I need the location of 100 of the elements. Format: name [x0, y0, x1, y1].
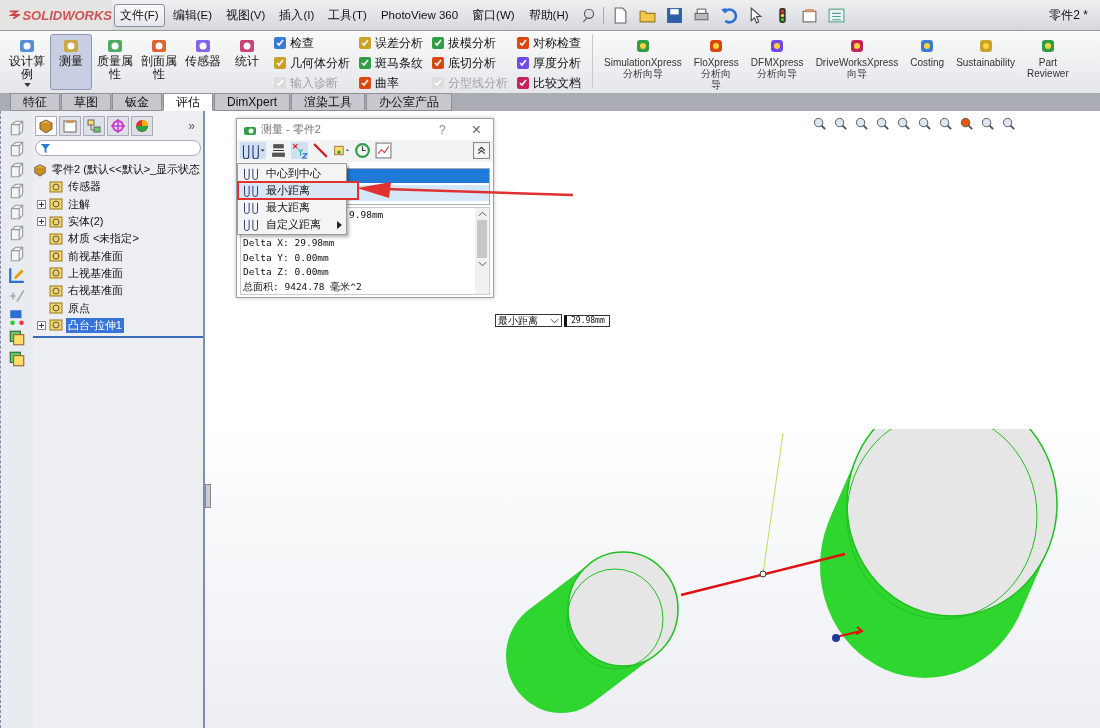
distance-mode-icon[interactable]: [240, 142, 266, 160]
tree-item[interactable]: 上视基准面: [66, 265, 125, 281]
expand-icon[interactable]: [37, 199, 46, 209]
ribbon-tool[interactable]: 检查: [272, 34, 351, 52]
caret-icon: [23, 83, 31, 87]
ribbon-tool[interactable]: SimulationXpress 分析向导: [599, 34, 687, 82]
ribbon-tool[interactable]: Sustainability: [951, 34, 1021, 71]
options-icon[interactable]: [827, 6, 845, 24]
menu-item[interactable]: 最小距离: [238, 182, 358, 199]
menu-item[interactable]: 最大距离: [238, 199, 346, 216]
menu-item[interactable]: PhotoView 360: [374, 5, 465, 25]
property-manager-tab-icon[interactable]: [59, 116, 81, 136]
line-icon[interactable]: [312, 142, 329, 160]
ribbon-tool[interactable]: DriveWorksXpress 向导: [810, 34, 904, 82]
ribbon-tool[interactable]: 设计算例: [6, 34, 48, 90]
ribbon-tool[interactable]: 统计: [226, 34, 268, 90]
undo-icon[interactable]: [719, 6, 737, 24]
tree-item[interactable]: 凸台-拉伸1: [66, 317, 124, 333]
command-tab[interactable]: 钣金: [112, 93, 162, 111]
command-tab[interactable]: 渲染工具: [291, 93, 365, 111]
command-tab[interactable]: 特征: [10, 93, 60, 111]
check-icon: [273, 56, 287, 70]
distance-icon: [242, 201, 260, 214]
ribbon-tool[interactable]: 质量属性: [94, 34, 136, 90]
feature-manager-tab-icon[interactable]: [35, 116, 57, 136]
measure-type-dropdown[interactable]: 最小距离: [495, 314, 562, 327]
configuration-tab-icon[interactable]: [83, 116, 105, 136]
ribbon-tool[interactable]: 拔模分析: [430, 34, 509, 52]
sketch-pencil-icon[interactable]: [8, 266, 26, 284]
collapse-icon[interactable]: [473, 142, 490, 160]
ribbon-tool[interactable]: 比较文档: [515, 74, 582, 92]
tool-icon: [150, 37, 168, 55]
layers-icon[interactable]: [8, 329, 26, 347]
scrollbar[interactable]: [475, 207, 489, 294]
tree-item[interactable]: 右视基准面: [66, 283, 125, 299]
feature-icon: [49, 301, 63, 315]
filter-field[interactable]: [35, 140, 201, 156]
menu-item[interactable]: 工具(T): [322, 3, 373, 27]
feature-icon: [49, 214, 63, 229]
check-icon: [431, 76, 445, 90]
xyz-axes-icon[interactable]: [291, 142, 308, 160]
menu-item[interactable]: 窗口(W): [466, 3, 521, 27]
close-button[interactable]: ×: [471, 120, 481, 139]
tree-item[interactable]: 实体(2): [66, 214, 106, 230]
ribbon-tool[interactable]: Costing: [905, 34, 950, 71]
distance-icon: [242, 167, 260, 180]
tool-icon: [238, 37, 256, 55]
menu-item[interactable]: 视图(V): [220, 3, 272, 27]
ribbon-tool[interactable]: 底切分析: [430, 54, 509, 72]
help-button[interactable]: ?: [438, 122, 446, 137]
ribbon-tool[interactable]: 误差分析: [357, 34, 424, 52]
save-icon[interactable]: [665, 6, 683, 24]
command-tab[interactable]: 办公室产品: [366, 93, 452, 111]
tool-icon: [18, 37, 36, 55]
chart-icon[interactable]: [375, 142, 392, 160]
ribbon-tool[interactable]: 曲率: [357, 74, 424, 92]
menu-item[interactable]: 文件(F): [114, 3, 165, 27]
expand-icon[interactable]: [37, 320, 46, 330]
scroll-up-icon[interactable]: [477, 210, 487, 217]
expand-icon[interactable]: [37, 217, 46, 227]
menu-item[interactable]: 中心到中心: [238, 165, 346, 182]
magnifier-icon[interactable]: [812, 116, 827, 131]
magnifier-icon[interactable]: [833, 116, 848, 131]
command-tab[interactable]: 评估: [163, 93, 213, 111]
ribbon-tool[interactable]: 测量: [50, 34, 92, 90]
tool-icon: [194, 37, 212, 55]
feature-icon: [49, 231, 63, 246]
caret-icon: [550, 317, 559, 324]
crosshair-icon[interactable]: [107, 116, 129, 136]
result-line: Delta Z: 0.00mm: [243, 265, 329, 279]
tree-item[interactable]: 注解: [66, 196, 92, 212]
layers-icon[interactable]: [8, 350, 26, 368]
expand-panel-button[interactable]: »: [188, 119, 195, 133]
menu-item[interactable]: 编辑(E): [166, 3, 219, 27]
scroll-down-icon[interactable]: [477, 260, 487, 267]
tree-root-item[interactable]: 零件2 (默认<<默认>_显示状态: [50, 162, 203, 178]
ribbon-tool[interactable]: FloXpress 分析向 导: [688, 34, 744, 93]
units-icon[interactable]: [270, 142, 287, 160]
ribbon-tool[interactable]: 斑马条纹: [357, 54, 424, 72]
check-icon: [431, 56, 445, 70]
ribbon-tool[interactable]: 剖面属性: [138, 34, 180, 90]
ribbon-tool[interactable]: 传感器: [182, 34, 224, 90]
command-tab[interactable]: DimXpert: [214, 93, 290, 111]
menu-item[interactable]: 自定义距离: [238, 216, 346, 233]
properties-icon[interactable]: [800, 6, 818, 24]
ribbon-tool[interactable]: DFMXpress 分析向导: [745, 34, 809, 82]
tree-item[interactable]: 传感器: [66, 179, 103, 195]
ribbon-tool[interactable]: 几何体分析: [272, 54, 351, 72]
ribbon-tool[interactable]: Part Reviewer: [1022, 34, 1074, 82]
tree-item[interactable]: 材质 <未指定>: [66, 231, 141, 247]
resize-handle[interactable]: [205, 484, 211, 508]
ribbon-tool[interactable]: 厚度分析: [515, 54, 582, 72]
menu-item[interactable]: 帮助(H): [522, 3, 575, 27]
tree-item[interactable]: 原点: [66, 300, 92, 316]
tree-item[interactable]: 前视基准面: [66, 248, 125, 264]
command-tab[interactable]: 草图: [61, 93, 111, 111]
network-icon[interactable]: [8, 308, 26, 326]
menu-item[interactable]: 插入(I): [273, 3, 321, 27]
ribbon-tool[interactable]: 对称检查: [515, 34, 582, 52]
history-icon[interactable]: [354, 142, 371, 160]
